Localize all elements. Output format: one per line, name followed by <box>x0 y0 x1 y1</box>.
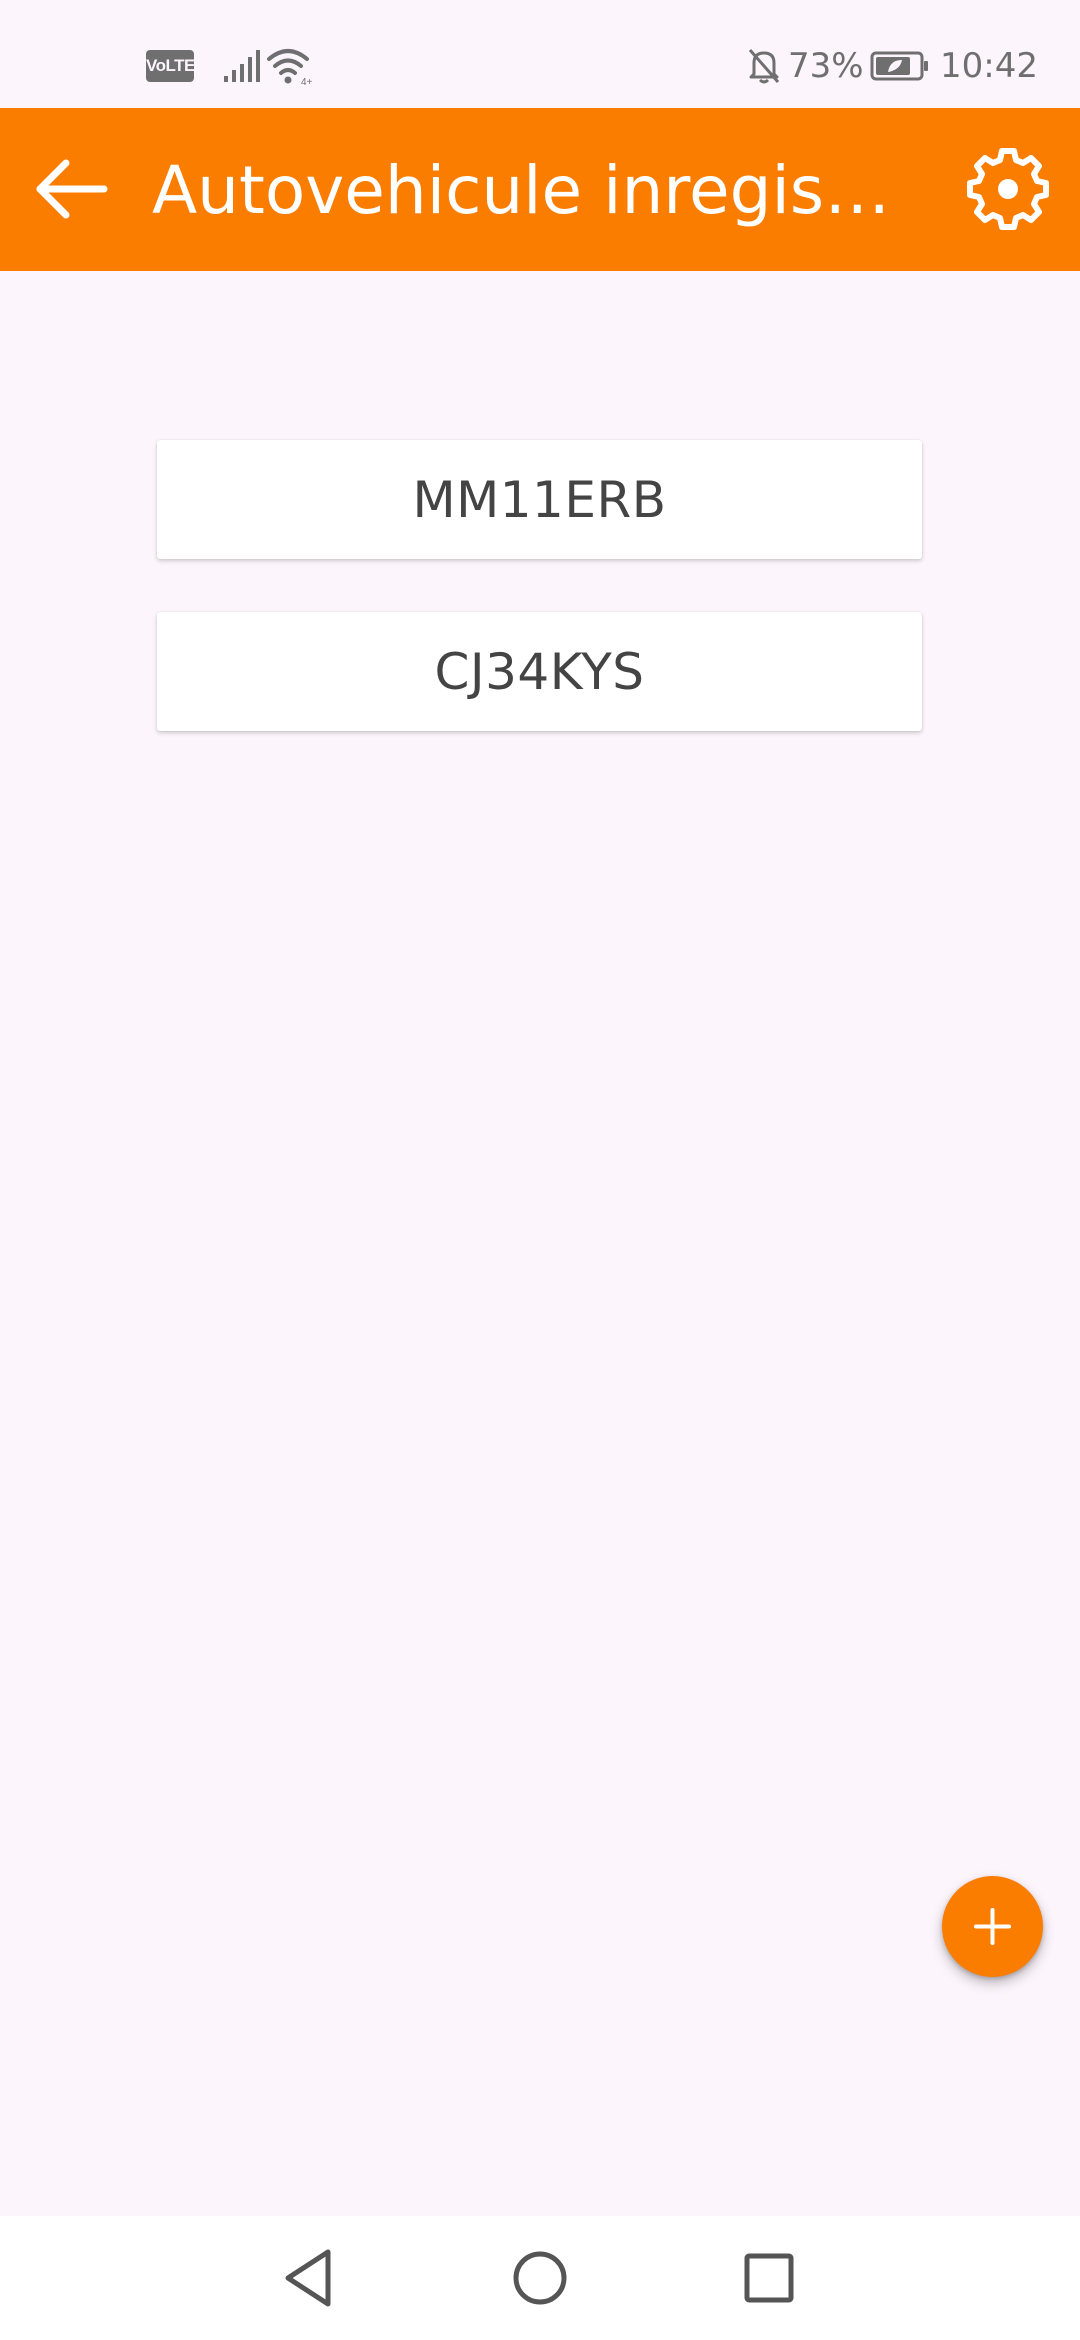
triangle-back-icon <box>285 2249 331 2307</box>
wifi-icon: 4+ <box>267 49 312 86</box>
svg-text:4+: 4+ <box>301 77 312 86</box>
settings-button[interactable] <box>960 144 1056 234</box>
battery-percent: 73% <box>788 46 864 86</box>
vehicle-plate: MM11ERB <box>412 470 667 529</box>
gear-icon <box>967 148 1049 230</box>
vehicle-item[interactable]: CJ34KYS <box>157 612 922 731</box>
volte-badge: VoLTE <box>146 50 195 82</box>
nav-home-button[interactable] <box>500 2240 580 2316</box>
app-bar: Autovehicule inregistr... <box>0 108 1080 271</box>
circle-home-icon <box>513 2251 567 2305</box>
battery-icon <box>870 51 928 81</box>
add-vehicle-button[interactable] <box>942 1876 1043 1977</box>
vehicle-item[interactable]: MM11ERB <box>157 440 922 559</box>
back-button[interactable] <box>24 144 120 234</box>
vehicle-list: MM11ERB CJ34KYS <box>157 440 922 784</box>
status-bar: VoLTE 4+ 73% 10:42 <box>0 0 1080 108</box>
nav-back-button[interactable] <box>270 2240 350 2316</box>
page-title: Autovehicule inregistr... <box>152 152 912 229</box>
vehicle-plate: CJ34KYS <box>434 642 645 701</box>
navigation-bar <box>0 2216 1080 2340</box>
arrow-left-icon <box>36 159 108 219</box>
nav-recents-button[interactable] <box>729 2240 809 2316</box>
square-recents-icon <box>744 2253 794 2303</box>
clock: 10:42 <box>940 46 1038 86</box>
plus-icon <box>974 1908 1011 1945</box>
signal-icon <box>224 50 260 82</box>
mute-icon <box>748 49 780 84</box>
